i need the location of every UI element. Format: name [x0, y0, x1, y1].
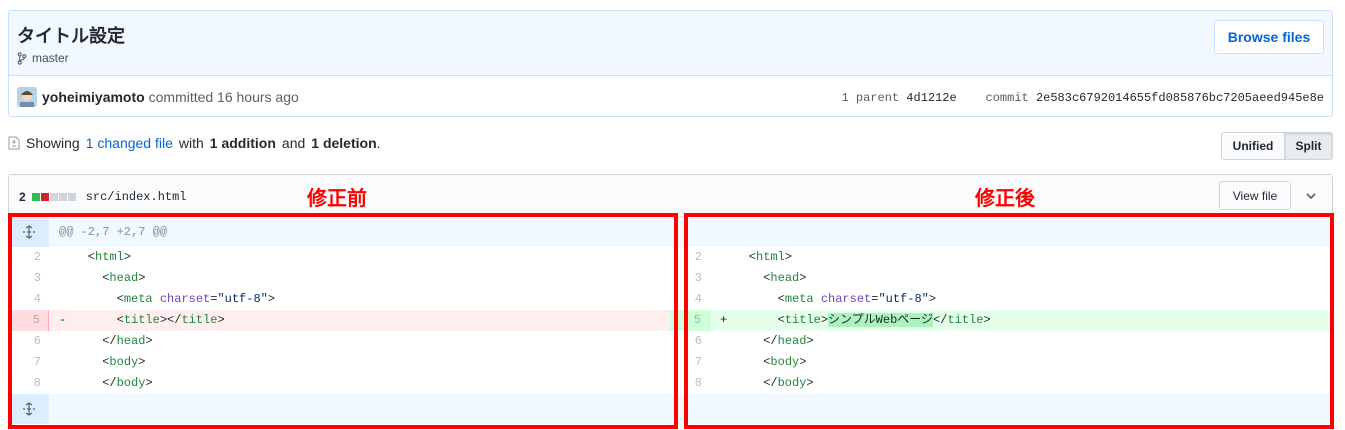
deletions-count: 1 deletion: [311, 135, 377, 151]
changed-files-link[interactable]: 1 changed file: [86, 135, 173, 151]
commit-title: タイトル設定: [17, 26, 125, 47]
file-diff-icon: [8, 136, 20, 150]
avatar-image-icon: [17, 87, 37, 107]
parent-label: 1 parent: [841, 91, 900, 105]
diffstat-block: [49, 193, 58, 201]
split-view-button[interactable]: Split: [1285, 132, 1333, 160]
annotation-before: 修正前: [307, 186, 367, 210]
diffstat-block: [67, 193, 76, 201]
file-name[interactable]: src/index.html: [86, 190, 187, 204]
commit-time: committed 16 hours ago: [148, 89, 299, 105]
file-header: 2 src/index.html View file: [9, 175, 1332, 217]
diffstat-blocks: [31, 193, 76, 201]
additions-count: 1 addition: [209, 135, 276, 151]
diffstat-block: [40, 193, 49, 201]
sha-info: 1 parent 4d1212e commit 2e583c6792014655…: [841, 91, 1324, 105]
branch-name[interactable]: master: [32, 51, 69, 65]
with-text: with: [178, 135, 204, 151]
commit-label: commit: [985, 91, 1029, 105]
commit-title-bar: タイトル設定 master Browse files: [9, 11, 1332, 76]
commit-meta: yoheimiyamoto committed 16 hours ago 1 p…: [9, 76, 1332, 116]
and-text: and: [281, 135, 306, 151]
diff-summary: Showing 1 changed file with 1 addition a…: [8, 135, 381, 151]
avatar[interactable]: [17, 87, 37, 107]
showing-text: Showing: [26, 135, 80, 151]
branch-info: master: [17, 51, 69, 65]
commit-sha: 2e583c6792014655fd085876bc7205aeed945e8e: [1035, 91, 1324, 105]
chevron-down-icon[interactable]: [1305, 190, 1317, 202]
parent-sha-link[interactable]: 4d1212e: [906, 91, 956, 105]
view-file-button[interactable]: View file: [1219, 181, 1291, 210]
git-branch-icon: [17, 51, 27, 65]
diffstat: 2 src/index.html: [19, 190, 187, 204]
unified-view-button[interactable]: Unified: [1221, 132, 1285, 160]
annotation-after: 修正後: [975, 186, 1035, 210]
change-count: 2: [19, 190, 26, 204]
diffstat-block: [31, 193, 40, 201]
highlight-box-after: [684, 213, 1334, 429]
author-name[interactable]: yoheimiyamoto: [42, 89, 145, 105]
diffstat-block: [58, 193, 67, 201]
commit-author-line: yoheimiyamoto committed 16 hours ago: [42, 89, 299, 105]
diff-view-toggle: Unified Split: [1221, 132, 1333, 160]
highlight-box-before: [8, 213, 678, 429]
period-text: .: [376, 135, 381, 151]
browse-files-button[interactable]: Browse files: [1214, 20, 1324, 54]
commit-header: タイトル設定 master Browse files yoheimiyamoto…: [8, 10, 1333, 117]
